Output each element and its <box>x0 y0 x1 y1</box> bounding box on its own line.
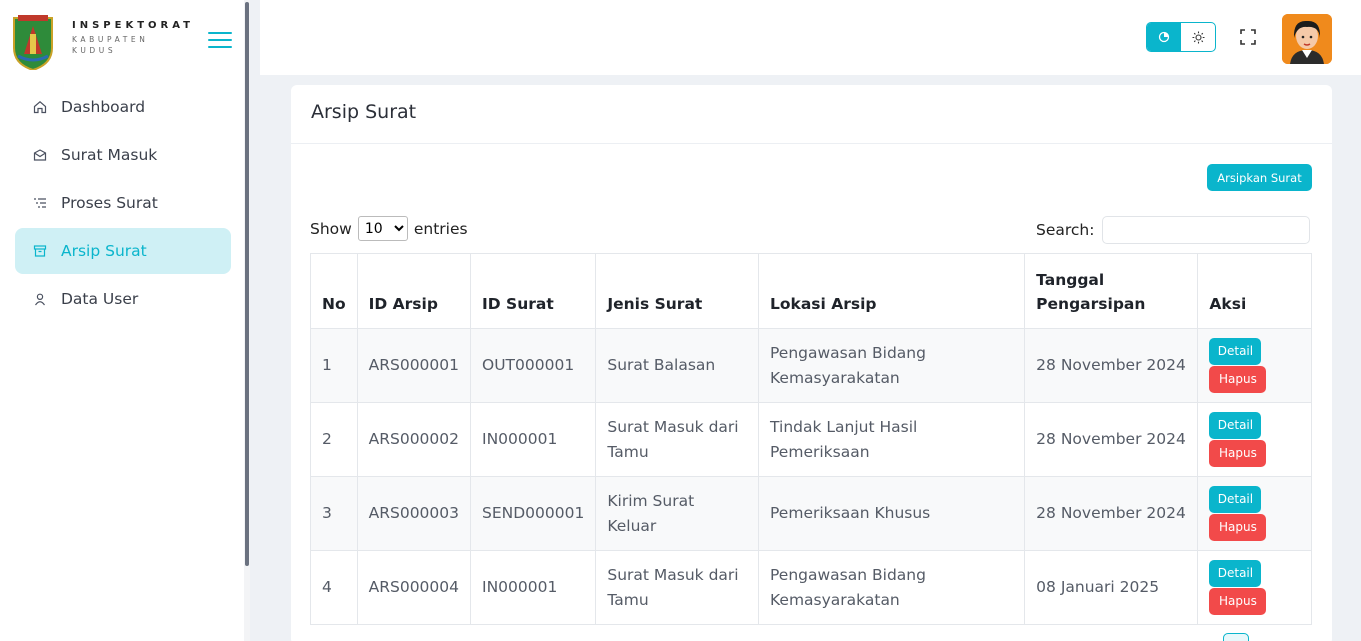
cell-id-arsip: ARS000001 <box>356 328 472 403</box>
cell-id-arsip: ARS000004 <box>356 550 472 625</box>
dark-mode-button[interactable] <box>1147 23 1181 51</box>
cell-jenis-surat: Surat Balasan <box>595 328 760 403</box>
delete-button[interactable]: Hapus <box>1209 366 1267 393</box>
cell-tanggal: 28 November 2024 <box>1024 328 1199 403</box>
avatar[interactable] <box>1282 14 1332 64</box>
sidebar-item-surat-masuk[interactable]: Surat Masuk <box>15 132 231 178</box>
sidebar-item-proses-surat[interactable]: Proses Surat <box>15 180 231 226</box>
mailbox-icon <box>33 149 47 161</box>
table-row: 1 ARS000001 OUT000001 Surat Balasan Peng… <box>310 328 1312 403</box>
cell-id-surat: OUT000001 <box>470 328 597 403</box>
cell-no: 4 <box>310 550 358 625</box>
table-row: 3 ARS000003 SEND000001 Kirim Surat Kelua… <box>310 476 1312 551</box>
pagination-button[interactable] <box>1223 633 1249 641</box>
cell-jenis-surat: Surat Masuk dari Tamu <box>595 402 760 477</box>
entries-label: entries <box>413 219 468 238</box>
brand: INSPEKTORAT KABUPATEN KUDUS <box>12 14 237 72</box>
card-header: Arsip Surat <box>291 85 1332 144</box>
home-icon <box>33 101 47 114</box>
table-row: 4 ARS000004 IN000001 Surat Masuk dari Ta… <box>310 550 1312 625</box>
menu-toggle-icon[interactable] <box>208 31 232 49</box>
page-title: Arsip Surat <box>311 101 417 123</box>
archive-card: Arsip Surat Arsipkan Surat Show 10 entri… <box>291 85 1332 641</box>
cell-tanggal: 28 November 2024 <box>1024 402 1199 477</box>
column-header-aksi[interactable]: Aksi <box>1197 253 1312 329</box>
cell-jenis-surat: Surat Masuk dari Tamu <box>595 550 760 625</box>
cell-aksi: Detail Hapus <box>1197 550 1312 625</box>
cell-lokasi-arsip: Pengawasan Bidang Kemasyarakatan <box>758 328 1026 403</box>
sidebar-item-label: Surat Masuk <box>61 146 158 164</box>
cell-id-arsip: ARS000002 <box>356 402 472 477</box>
light-mode-button[interactable] <box>1181 23 1215 51</box>
entries-length-control: Show 10 entries <box>310 216 468 241</box>
search-control: Search: <box>1036 216 1311 244</box>
theme-toggle <box>1146 22 1216 52</box>
detail-button[interactable]: Detail <box>1209 560 1262 587</box>
column-header-tanggal[interactable]: Tanggal Pengarsipan <box>1024 253 1199 329</box>
user-icon <box>35 293 45 306</box>
cell-id-surat: IN000001 <box>470 402 597 477</box>
cell-aksi: Detail Hapus <box>1197 402 1312 477</box>
cell-no: 1 <box>310 328 358 403</box>
cell-lokasi-arsip: Pemeriksaan Khusus <box>758 476 1026 551</box>
table-header-row: No ID Arsip ID Surat Jenis Surat Lokasi … <box>310 253 1312 329</box>
column-header-lokasi-arsip[interactable]: Lokasi Arsip <box>758 253 1026 329</box>
table-row: 2 ARS000002 IN000001 Surat Masuk dari Ta… <box>310 402 1312 477</box>
sidebar-item-arsip-surat[interactable]: Arsip Surat <box>15 228 231 274</box>
cell-aksi: Detail Hapus <box>1197 328 1312 403</box>
cell-aksi: Detail Hapus <box>1197 476 1312 551</box>
brand-subtitle-2: KUDUS <box>72 46 117 55</box>
sidebar-item-data-user[interactable]: Data User <box>15 276 231 322</box>
list-icon <box>34 198 46 208</box>
brand-subtitle: KABUPATEN <box>72 35 149 44</box>
column-header-id-arsip[interactable]: ID Arsip <box>356 253 472 329</box>
detail-button[interactable]: Detail <box>1209 338 1262 365</box>
kudus-logo <box>13 15 53 70</box>
cell-tanggal: 28 November 2024 <box>1024 476 1199 551</box>
detail-button[interactable]: Detail <box>1209 486 1262 513</box>
column-header-jenis-surat[interactable]: Jenis Surat <box>595 253 760 329</box>
moon-icon <box>1158 31 1170 43</box>
sidebar-item-label: Proses Surat <box>61 194 158 212</box>
cell-id-arsip: ARS000003 <box>356 476 472 551</box>
cell-no: 3 <box>310 476 358 551</box>
sidebar-item-dashboard[interactable]: Dashboard <box>15 84 231 130</box>
sidebar-item-label: Arsip Surat <box>61 242 147 260</box>
fullscreen-icon[interactable] <box>1238 27 1258 47</box>
delete-button[interactable]: Hapus <box>1209 588 1267 615</box>
sidebar-item-label: Dashboard <box>61 98 146 116</box>
search-input[interactable] <box>1102 216 1311 244</box>
cell-tanggal: 08 Januari 2025 <box>1024 550 1199 625</box>
entries-select[interactable]: 10 <box>357 216 408 241</box>
delete-button[interactable]: Hapus <box>1209 514 1267 541</box>
archive-icon <box>33 245 47 257</box>
sidebar-nav: Dashboard Surat Masuk Proses Surat Arsip… <box>15 84 231 324</box>
sidebar-item-label: Data User <box>61 290 139 308</box>
brand-title: INSPEKTORAT <box>72 20 195 31</box>
cell-lokasi-arsip: Pengawasan Bidang Kemasyarakatan <box>758 550 1026 625</box>
cell-id-surat: SEND000001 <box>470 476 597 551</box>
cell-no: 2 <box>310 402 358 477</box>
archive-table: No ID Arsip ID Surat Jenis Surat Lokasi … <box>310 253 1312 625</box>
column-header-no[interactable]: No <box>310 253 358 329</box>
delete-button[interactable]: Hapus <box>1209 440 1267 467</box>
search-label: Search: <box>1036 221 1095 239</box>
user-avatar-image <box>1282 14 1332 64</box>
detail-button[interactable]: Detail <box>1209 412 1262 439</box>
cell-lokasi-arsip: Tindak Lanjut Hasil Pemeriksaan <box>758 402 1026 477</box>
cell-jenis-surat: Kirim Surat Keluar <box>595 476 760 551</box>
sidebar-scrollbar[interactable] <box>245 2 249 566</box>
column-header-id-surat[interactable]: ID Surat <box>470 253 597 329</box>
sidebar: INSPEKTORAT KABUPATEN KUDUS Dashboard Su… <box>0 0 246 641</box>
topbar <box>260 0 1361 75</box>
show-label: Show <box>310 219 352 238</box>
sun-icon <box>1192 31 1204 43</box>
archive-letter-button[interactable]: Arsipkan Surat <box>1207 164 1312 191</box>
cell-id-surat: IN000001 <box>470 550 597 625</box>
